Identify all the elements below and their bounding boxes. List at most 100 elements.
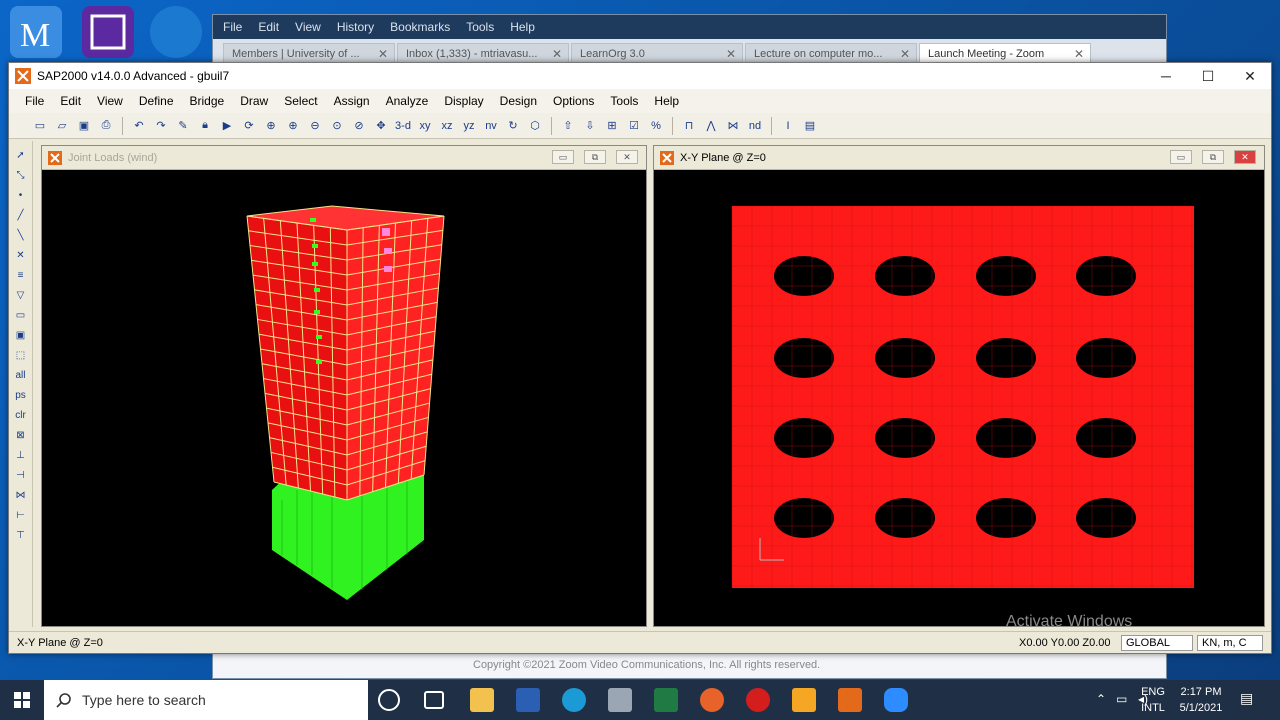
zoom-fit-icon[interactable]: ⊙ bbox=[328, 117, 346, 135]
close-icon[interactable]: ✕ bbox=[900, 47, 910, 61]
grud-desktop-icon[interactable] bbox=[82, 6, 134, 58]
edge-desktop-icon[interactable] bbox=[150, 6, 202, 58]
view-pane-3d[interactable]: Joint Loads (wind) ▭ ⧉ ✕ bbox=[41, 145, 647, 627]
pane-minimize-button[interactable]: ▭ bbox=[1170, 150, 1192, 164]
browser-menu-history[interactable]: History bbox=[337, 20, 374, 34]
grid-icon[interactable]: ⊞ bbox=[603, 117, 621, 135]
menu-view[interactable]: View bbox=[89, 94, 131, 108]
cortana-icon[interactable] bbox=[378, 689, 400, 711]
rect-area-icon[interactable]: ▭ bbox=[12, 307, 30, 324]
clock-date[interactable]: 5/1/2021 bbox=[1176, 702, 1226, 714]
menu-display[interactable]: Display bbox=[436, 94, 491, 108]
browser-menu-bookmarks[interactable]: Bookmarks bbox=[390, 20, 450, 34]
brace-draw-icon[interactable]: ✕ bbox=[12, 247, 30, 264]
coord-system-select[interactable]: GLOBAL bbox=[1121, 635, 1193, 651]
sap2000-taskbar-icon[interactable] bbox=[838, 688, 862, 712]
excel-icon[interactable] bbox=[654, 688, 678, 712]
pane-restore-button[interactable]: ⧉ bbox=[584, 150, 606, 164]
menu-assign[interactable]: Assign bbox=[326, 94, 378, 108]
snap-grid-icon[interactable]: ⊤ bbox=[12, 527, 30, 544]
matlab-desktop-icon[interactable]: M bbox=[10, 6, 62, 58]
app-icon[interactable] bbox=[608, 688, 632, 712]
section-icon[interactable]: I bbox=[779, 117, 797, 135]
pane-close-button[interactable]: ✕ bbox=[1234, 150, 1256, 164]
quick-area-icon[interactable]: ▣ bbox=[12, 327, 30, 344]
file-explorer-icon[interactable] bbox=[470, 688, 494, 712]
draw-frame-icon[interactable]: ╱ bbox=[12, 207, 30, 224]
maximize-button[interactable]: ☐ bbox=[1187, 63, 1229, 89]
menu-bridge[interactable]: Bridge bbox=[182, 94, 233, 108]
pane-close-button[interactable]: ✕ bbox=[616, 150, 638, 164]
view-nv-button[interactable]: nv bbox=[482, 117, 500, 135]
view-xz-button[interactable]: xz bbox=[438, 117, 456, 135]
open-folder-icon[interactable]: ▱ bbox=[53, 117, 71, 135]
menu-analyze[interactable]: Analyze bbox=[378, 94, 437, 108]
snap-icon[interactable]: ⊣ bbox=[12, 467, 30, 484]
pencil-icon[interactable]: ✎ bbox=[174, 117, 192, 135]
refresh-icon[interactable]: ↻ bbox=[504, 117, 522, 135]
close-icon[interactable]: ✕ bbox=[378, 47, 388, 61]
menu-help[interactable]: Help bbox=[646, 94, 687, 108]
snap-mid-icon[interactable]: ⋈ bbox=[12, 487, 30, 504]
menu-file[interactable]: File bbox=[17, 94, 52, 108]
firefox-icon[interactable] bbox=[700, 688, 724, 712]
zoom-in-icon[interactable]: ⊕ bbox=[284, 117, 302, 135]
edge-icon[interactable] bbox=[562, 688, 586, 712]
windows-start-icon[interactable] bbox=[14, 692, 30, 708]
run-analysis-icon[interactable]: ▶ bbox=[218, 117, 236, 135]
network-icon[interactable]: ▭ bbox=[1116, 692, 1127, 706]
menu-tools[interactable]: Tools bbox=[602, 94, 646, 108]
notification-icon[interactable]: ▤ bbox=[1240, 690, 1253, 707]
snap-end-icon[interactable]: ⊢ bbox=[12, 507, 30, 524]
task-view-icon[interactable] bbox=[424, 691, 444, 709]
pane-minimize-button[interactable]: ▭ bbox=[552, 150, 574, 164]
rotate-icon[interactable]: ⟳ bbox=[240, 117, 258, 135]
restraint-icon[interactable]: ⊥ bbox=[12, 447, 30, 464]
minimize-button[interactable]: ─ bbox=[1145, 63, 1187, 89]
redo-icon[interactable]: ↷ bbox=[152, 117, 170, 135]
menu-define[interactable]: Define bbox=[131, 94, 182, 108]
menu-draw[interactable]: Draw bbox=[232, 94, 276, 108]
perspective-icon[interactable]: ⬡ bbox=[526, 117, 544, 135]
browser-menu-tools[interactable]: Tools bbox=[466, 20, 494, 34]
close-icon[interactable]: ✕ bbox=[552, 47, 562, 61]
display-options-icon[interactable]: ▤ bbox=[801, 117, 819, 135]
opera-icon[interactable] bbox=[746, 688, 770, 712]
print-icon[interactable]: ⎙ bbox=[97, 117, 115, 135]
menu-design[interactable]: Design bbox=[492, 94, 545, 108]
reshape-icon[interactable]: ⤡ bbox=[12, 167, 30, 184]
autocad-icon[interactable] bbox=[792, 688, 816, 712]
view-xy-button[interactable]: xy bbox=[416, 117, 434, 135]
check-icon[interactable]: ☑ bbox=[625, 117, 643, 135]
units-select[interactable]: KN, m, C bbox=[1197, 635, 1263, 651]
lock-icon[interactable]: 🔒︎ bbox=[196, 117, 214, 135]
browser-menu-file[interactable]: File bbox=[223, 20, 242, 34]
save-icon[interactable]: ▣ bbox=[75, 117, 93, 135]
quick-frame-icon[interactable]: ╲ bbox=[12, 227, 30, 244]
view-yz-button[interactable]: yz bbox=[460, 117, 478, 135]
close-icon[interactable]: ✕ bbox=[1074, 47, 1084, 61]
pane-restore-button[interactable]: ⧉ bbox=[1202, 150, 1224, 164]
browser-menu-help[interactable]: Help bbox=[510, 20, 535, 34]
intersect-icon[interactable]: ⊠ bbox=[12, 427, 30, 444]
taskbar-search-box[interactable]: Type here to search bbox=[44, 680, 368, 720]
zoom-window-icon[interactable]: ⊕ bbox=[262, 117, 280, 135]
view-nd-button[interactable]: nd bbox=[746, 117, 764, 135]
view-pane-xy[interactable]: X-Y Plane @ Z=0 ▭ ⧉ ✕ Activate Windows bbox=[653, 145, 1265, 630]
browser-menu-view[interactable]: View bbox=[295, 20, 321, 34]
chevron-up-icon[interactable]: ⌃ bbox=[1096, 692, 1106, 706]
truss-icon[interactable]: ⋈ bbox=[724, 117, 742, 135]
zoom-icon[interactable] bbox=[884, 688, 908, 712]
brace-icon[interactable]: ⋀ bbox=[702, 117, 720, 135]
keyboard-layout-label[interactable]: INTL bbox=[1139, 702, 1167, 714]
new-file-icon[interactable]: ▭ bbox=[31, 117, 49, 135]
zoom-out-icon[interactable]: ⊖ bbox=[306, 117, 324, 135]
percent-icon[interactable]: % bbox=[647, 117, 665, 135]
draw-point-icon[interactable]: • bbox=[12, 187, 30, 204]
frame-icon[interactable]: ⊓ bbox=[680, 117, 698, 135]
view-3d-button[interactable]: 3-d bbox=[394, 117, 412, 135]
link-icon[interactable]: ≡ bbox=[12, 267, 30, 284]
close-icon[interactable]: ✕ bbox=[726, 47, 736, 61]
clock-time[interactable]: 2:17 PM bbox=[1176, 686, 1226, 698]
menu-edit[interactable]: Edit bbox=[52, 94, 89, 108]
